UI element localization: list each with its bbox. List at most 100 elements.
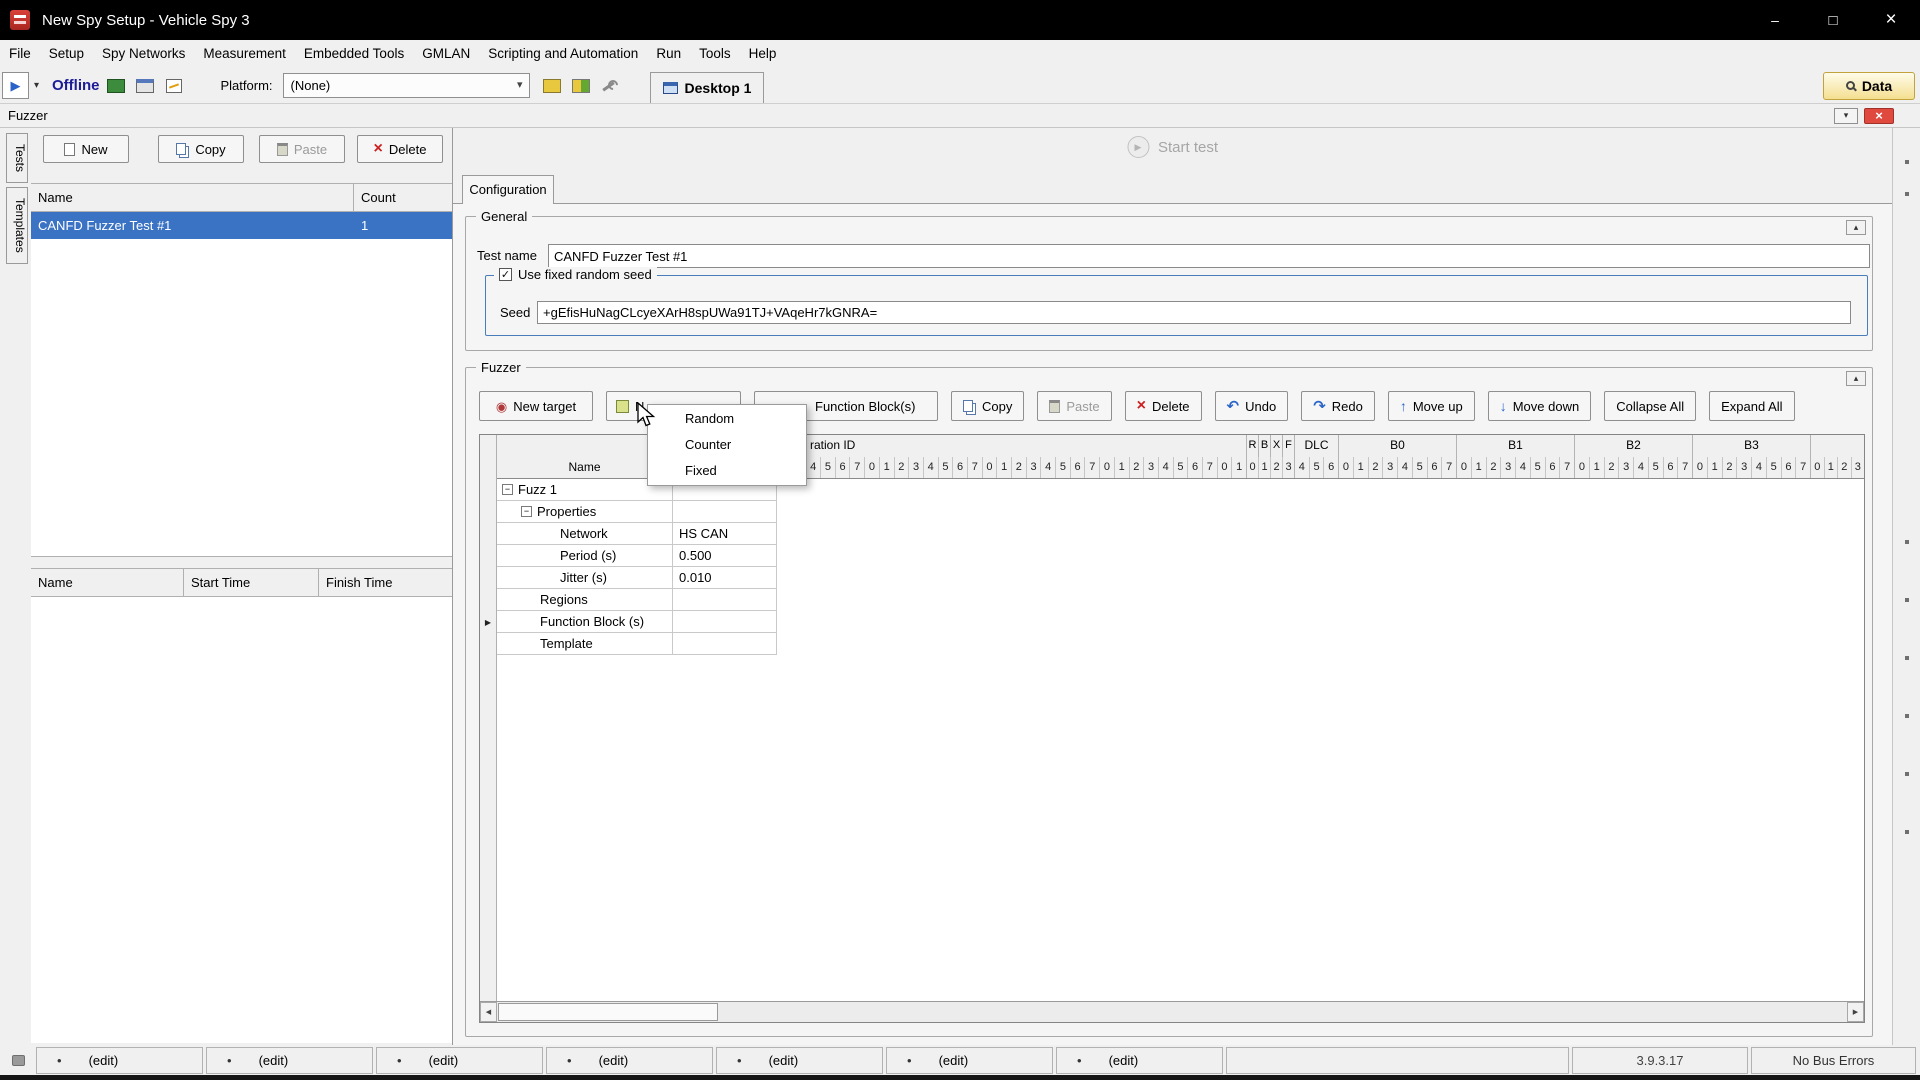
expand-all-button[interactable]: Expand All (1709, 391, 1794, 421)
menu-item-spy-networks[interactable]: Spy Networks (93, 40, 194, 68)
test-name-input[interactable] (548, 244, 1870, 268)
maximize-button[interactable] (1804, 0, 1862, 40)
test-name-label: Test name (477, 244, 537, 268)
magnifier-icon (1846, 81, 1855, 90)
status-icon (12, 1055, 25, 1066)
row-value-cell[interactable] (673, 611, 777, 633)
delete-button[interactable]: Delete (1125, 391, 1202, 421)
arb-bit-index-cells: 23456701234567012345670123456701 (777, 457, 1247, 478)
table-row-selected[interactable]: CANFD Fuzzer Test #1 1 (31, 212, 452, 239)
menu-item-fixed[interactable]: Fixed (648, 458, 806, 484)
status-edit-slot[interactable]: (edit) (886, 1047, 1053, 1074)
tab-desktop-1[interactable]: Desktop 1 (650, 72, 765, 103)
menu-item-measurement[interactable]: Measurement (194, 40, 295, 68)
scroll-left-button[interactable] (480, 1002, 497, 1022)
menu-item-random[interactable]: Random (648, 406, 806, 432)
right-dock-strip (1892, 128, 1920, 1045)
menu-item-embedded-tools[interactable]: Embedded Tools (295, 40, 413, 68)
new-target-button[interactable]: New target (479, 391, 593, 421)
undo-button[interactable]: Undo (1215, 391, 1289, 421)
menu-item-tools[interactable]: Tools (690, 40, 740, 68)
move-down-button[interactable]: Move down (1488, 391, 1591, 421)
redo-button[interactable]: Redo (1301, 391, 1375, 421)
run-dropdown-button[interactable] (29, 72, 44, 99)
seed-input[interactable] (537, 301, 1851, 324)
panel-close-button[interactable] (1864, 108, 1894, 124)
table-row[interactable]: Function Block (s) (497, 611, 1864, 633)
data-button[interactable]: Data (1823, 72, 1915, 100)
collapse-all-button[interactable]: Collapse All (1604, 391, 1696, 421)
tab-configuration[interactable]: Configuration (462, 175, 554, 204)
row-value-cell[interactable]: 0.010 (673, 567, 777, 589)
status-edit-slot[interactable]: (edit) (546, 1047, 713, 1074)
menu-item-gmlan[interactable]: GMLAN (413, 40, 479, 68)
column-header-finish-time[interactable]: Finish Time (319, 569, 452, 596)
table-row[interactable]: Network HS CAN (497, 523, 1864, 545)
tree-collapse-toggle[interactable] (521, 506, 532, 517)
menu-item-setup[interactable]: Setup (40, 40, 93, 68)
table-row[interactable]: Regions (497, 589, 1864, 611)
column-header-name[interactable]: Name (31, 184, 354, 211)
paste-test-button[interactable]: Paste (259, 135, 345, 163)
menu-item-run[interactable]: Run (647, 40, 690, 68)
row-value-cell[interactable] (673, 589, 777, 611)
logger-setup-button[interactable] (132, 73, 158, 99)
menu-item-file[interactable]: File (0, 40, 40, 68)
table-row[interactable]: Template (497, 633, 1864, 655)
panel-collapse-button[interactable] (1834, 108, 1858, 124)
dock-dot (1905, 540, 1909, 544)
status-edit-slot[interactable]: (edit) (1056, 1047, 1223, 1074)
row-value-cell[interactable] (673, 501, 777, 523)
start-test-label: Start test (1158, 139, 1218, 156)
platform-setup-button[interactable] (539, 73, 565, 99)
row-value-cell[interactable]: HS CAN (673, 523, 777, 545)
start-test-button[interactable]: Start test (1127, 136, 1218, 158)
use-fixed-random-seed-checkbox[interactable] (499, 268, 512, 281)
copy-test-button[interactable]: Copy (158, 135, 244, 163)
tab-templates[interactable]: Templates (6, 187, 28, 264)
edit-setup-button[interactable] (161, 73, 187, 99)
table-row[interactable]: Period (s) 0.500 (497, 545, 1864, 567)
copy-button[interactable]: Copy (951, 391, 1024, 421)
delete-test-button[interactable]: Delete (357, 135, 443, 163)
edit-document-icon (166, 79, 182, 93)
tab-tests[interactable]: Tests (6, 133, 28, 183)
horizontal-scrollbar[interactable] (480, 1001, 1864, 1022)
table-row[interactable]: Jitter (s) 0.010 (497, 567, 1864, 589)
paste-button[interactable]: Paste (1037, 391, 1111, 421)
menu-item-help[interactable]: Help (740, 40, 786, 68)
scroll-right-button[interactable] (1847, 1002, 1864, 1022)
fuzzer-collapse-button[interactable] (1846, 371, 1866, 386)
bit-index-cell: 2 (1723, 457, 1738, 478)
test-runs-table: Name Start Time Finish Time (31, 568, 452, 1043)
platform-select[interactable]: (None) (283, 73, 530, 98)
column-header-count[interactable]: Count (354, 184, 452, 211)
status-edit-slot[interactable]: (edit) (206, 1047, 373, 1074)
move-up-button[interactable]: Move up (1388, 391, 1475, 421)
menu-item-scripting-and-automation[interactable]: Scripting and Automation (479, 40, 647, 68)
table-row[interactable]: Properties (497, 501, 1864, 523)
menu-item-counter[interactable]: Counter (648, 432, 806, 458)
run-button[interactable] (2, 72, 29, 99)
tree-collapse-toggle[interactable] (502, 484, 513, 495)
new-test-button[interactable]: New (43, 135, 129, 163)
status-edit-slot[interactable]: (edit) (36, 1047, 203, 1074)
general-collapse-button[interactable] (1846, 220, 1866, 235)
platform-config-button[interactable] (597, 73, 623, 99)
status-edit-slot[interactable]: (edit) (376, 1047, 543, 1074)
scroll-thumb[interactable] (498, 1003, 718, 1021)
platform-sync-button[interactable] (568, 73, 594, 99)
column-header-start-time[interactable]: Start Time (184, 569, 319, 596)
row-label: Jitter (s) (560, 570, 607, 585)
close-button[interactable] (1862, 0, 1920, 40)
general-group-title: General (476, 209, 532, 224)
status-edit-slot[interactable]: (edit) (716, 1047, 883, 1074)
row-value-cell[interactable]: 0.500 (673, 545, 777, 567)
hardware-setup-button[interactable] (103, 73, 129, 99)
minimize-button[interactable] (1746, 0, 1804, 40)
function-blocks-label: Function Block(s) (815, 399, 915, 414)
row-value-cell[interactable] (673, 633, 777, 655)
bit-index-cell: 7 (850, 457, 865, 478)
column-header-name[interactable]: Name (31, 569, 184, 596)
window-title: New Spy Setup - Vehicle Spy 3 (42, 12, 250, 29)
